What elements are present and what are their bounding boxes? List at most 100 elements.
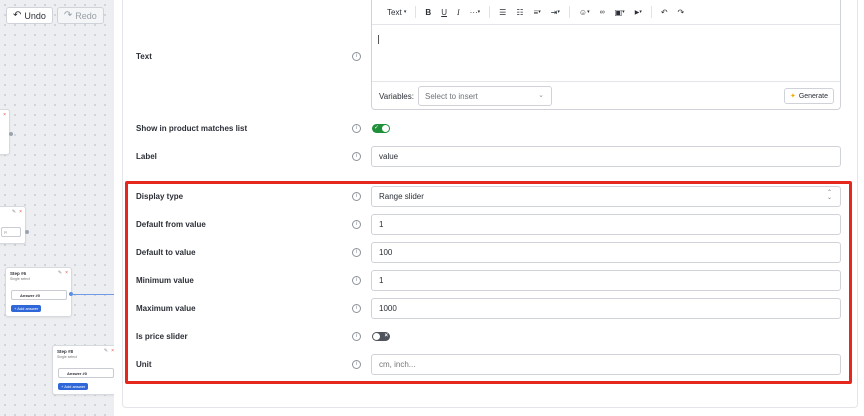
- emoji-icon: ☺: [578, 7, 588, 17]
- x-icon: ×: [384, 333, 388, 339]
- select-arrows-icon: ⌃ ⌄: [826, 190, 832, 201]
- generate-button[interactable]: ✦ Generate: [783, 88, 834, 104]
- text-caret: [378, 35, 379, 44]
- node-port[interactable]: [9, 132, 13, 136]
- max-value-input[interactable]: 1000: [371, 298, 841, 319]
- info-icon[interactable]: i: [352, 124, 361, 133]
- editor-footer: Variables: Select to insert ⌄ ✦ Generate: [372, 81, 840, 110]
- divider: [489, 6, 491, 18]
- answer-chip[interactable]: Answer #0: [11, 290, 67, 300]
- min-value-label: Minimum value: [136, 276, 194, 285]
- toggle-knob: [373, 333, 380, 340]
- link-icon: ∞: [599, 8, 605, 16]
- undo-icon: ↶: [13, 10, 22, 21]
- display-type-select[interactable]: Range slider ⌃ ⌄: [371, 186, 841, 207]
- text-style-dropdown[interactable]: Text ▾: [382, 5, 411, 19]
- step-node[interactable]: Step #6 Single select ✎ × Answer #0 + Ad…: [5, 267, 72, 317]
- show-in-matches-label: Show in product matches list: [136, 124, 248, 133]
- align-button[interactable]: ≡ ▾: [529, 5, 546, 19]
- display-type-value: Range slider: [379, 192, 424, 201]
- unit-input[interactable]: [371, 354, 841, 375]
- default-from-input[interactable]: 1: [371, 214, 841, 235]
- chevron-down-icon: ⌄: [538, 92, 544, 99]
- editor-toolbar: Text ▾ B U I ··· ▾ ☰ ☷ ≡ ▾ ⇥ ▾ ☺ ▾ ∞ ▣ ▾ ▶ ▾ ↶…: [372, 0, 840, 25]
- info-icon[interactable]: i: [352, 220, 361, 229]
- check-icon: ✓: [374, 125, 380, 131]
- sparkle-icon: ✦: [789, 93, 796, 100]
- undo-label: Undo: [24, 10, 46, 21]
- chevron-down-icon: ▾: [538, 9, 541, 15]
- underline-button[interactable]: U: [436, 5, 452, 19]
- close-icon[interactable]: ×: [111, 348, 114, 354]
- info-icon[interactable]: i: [352, 248, 361, 257]
- indent-button[interactable]: ⇥ ▾: [546, 5, 565, 19]
- node-subtitle: Single select: [57, 355, 77, 359]
- chevron-down-icon: ▾: [557, 9, 560, 15]
- answer-chip[interactable]: ⚐: [1, 227, 21, 237]
- rich-text-editor[interactable]: Text ▾ B U I ··· ▾ ☰ ☷ ≡ ▾ ⇥ ▾ ☺ ▾ ∞ ▣ ▾ ▶ ▾ ↶…: [371, 0, 841, 110]
- numbered-list-icon[interactable]: ☷: [511, 5, 528, 19]
- close-icon[interactable]: ×: [19, 209, 22, 215]
- node-port[interactable]: [25, 230, 29, 234]
- indent-icon: ⇥: [550, 7, 558, 17]
- undo-button[interactable]: ↶ Undo: [6, 7, 53, 24]
- info-icon[interactable]: i: [352, 152, 361, 161]
- variables-placeholder: Select to insert: [424, 91, 478, 101]
- node-subtitle: Single select: [10, 277, 30, 281]
- link-button[interactable]: ∞: [595, 5, 610, 19]
- image-icon: ▣: [614, 7, 623, 17]
- info-icon[interactable]: i: [352, 332, 361, 341]
- italic-button[interactable]: I: [452, 5, 465, 19]
- add-answer-button[interactable]: + Add answer: [11, 305, 42, 312]
- node-tools: ×: [3, 112, 6, 118]
- image-button[interactable]: ▣ ▾: [610, 5, 630, 19]
- undo-redo-bar: ↶ Undo ↷ Redo: [6, 7, 104, 24]
- price-slider-toggle[interactable]: ×: [372, 332, 390, 341]
- flow-canvas[interactable]: ↶ Undo ↷ Redo × ✎ × ⚐ Step #6 Single sel…: [0, 0, 114, 416]
- node-tools: ✎ ×: [104, 348, 114, 354]
- info-icon[interactable]: i: [352, 360, 361, 369]
- answer-chip[interactable]: Answer #0: [58, 368, 114, 378]
- editor-redo-icon[interactable]: ↷: [673, 5, 690, 19]
- info-icon[interactable]: i: [352, 52, 361, 61]
- info-icon[interactable]: i: [352, 276, 361, 285]
- display-type-label: Display type: [136, 192, 184, 201]
- node-title: Step #8: [57, 349, 74, 354]
- redo-icon: ↷: [63, 10, 73, 21]
- text-style-label: Text: [387, 7, 402, 17]
- variables-label: Variables:: [379, 91, 414, 101]
- edit-icon[interactable]: ✎: [58, 270, 62, 276]
- bold-button[interactable]: B: [420, 5, 436, 19]
- step-node[interactable]: Step #8 Single select ✎ × Answer #0 + Ad…: [52, 345, 114, 395]
- divider: [650, 6, 652, 18]
- video-button[interactable]: ▶ ▾: [630, 5, 647, 19]
- default-to-input[interactable]: 100: [371, 242, 841, 263]
- info-icon[interactable]: i: [352, 304, 361, 313]
- chevron-down-icon: ▾: [587, 9, 590, 15]
- min-value-input[interactable]: 1: [371, 270, 841, 291]
- variables-select[interactable]: Select to insert ⌄: [417, 86, 552, 106]
- unit-label: Unit: [136, 360, 152, 369]
- chevron-down-icon: ▾: [403, 9, 407, 15]
- default-to-label: Default to value: [136, 248, 196, 257]
- edit-icon[interactable]: ✎: [104, 348, 108, 354]
- edit-icon[interactable]: ✎: [12, 209, 16, 215]
- canvas-node-partial[interactable]: ✎ × ⚐: [0, 206, 26, 244]
- close-icon[interactable]: ×: [65, 270, 68, 276]
- bullet-list-icon[interactable]: ☰: [494, 5, 511, 19]
- redo-label: Redo: [75, 10, 97, 21]
- label-field-label: Label: [136, 152, 157, 161]
- chevron-down-icon: ▾: [639, 9, 642, 15]
- label-input[interactable]: value: [371, 146, 841, 167]
- emoji-button[interactable]: ☺ ▾: [574, 5, 595, 19]
- connector-line: [72, 294, 114, 295]
- info-icon[interactable]: i: [352, 192, 361, 201]
- more-formatting-button[interactable]: ··· ▾: [465, 5, 486, 19]
- max-value-label: Maximum value: [136, 304, 196, 313]
- chevron-down-icon: ▾: [622, 9, 625, 15]
- close-icon[interactable]: ×: [3, 112, 6, 118]
- redo-button[interactable]: ↷ Redo: [56, 7, 104, 24]
- editor-undo-icon[interactable]: ↶: [656, 5, 673, 19]
- show-in-matches-toggle[interactable]: ✓: [372, 124, 390, 133]
- add-answer-button[interactable]: + Add answer: [58, 383, 89, 390]
